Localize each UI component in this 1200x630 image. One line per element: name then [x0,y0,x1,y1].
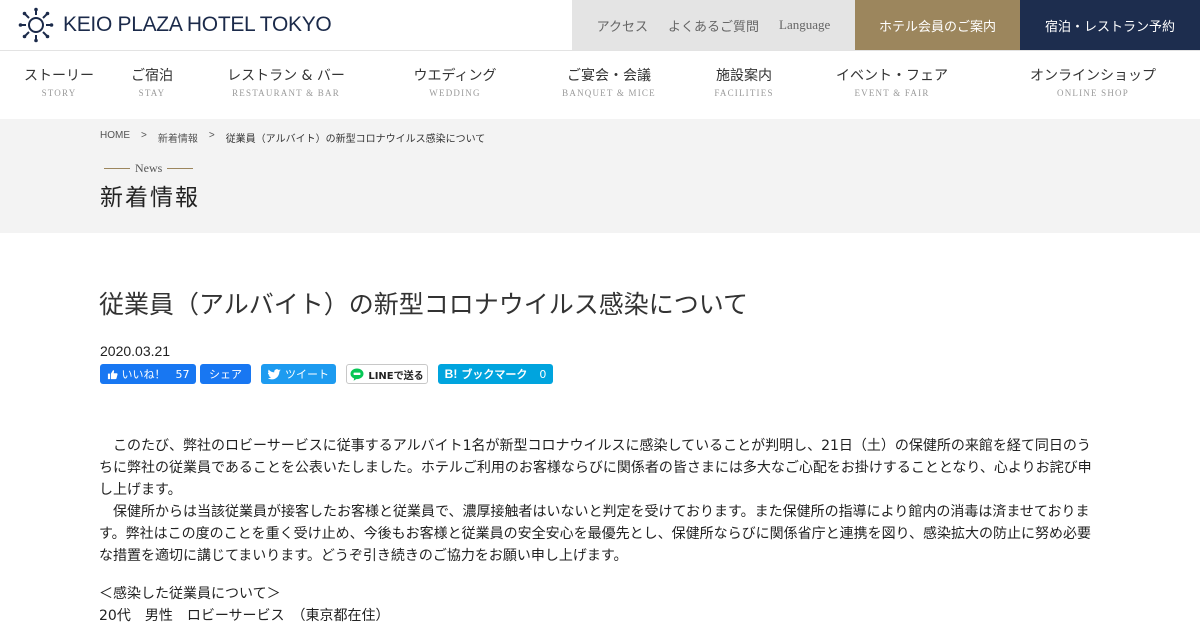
nav-item-online-shop[interactable]: オンラインショップ ONLINE SHOP [1030,68,1156,99]
nav-sublabel: STAY [138,88,166,98]
nav-label: オンラインショップ [1030,68,1156,84]
nav-sublabel: FACILITIES [714,88,774,98]
hotel-logo[interactable]: KEIO PLAZA HOTEL TOKYO [18,5,332,45]
hatena-b-icon: B! [444,367,458,381]
hatena-count: 0 [539,367,547,381]
nav-sublabel: WEDDING [429,88,481,98]
infected-employee-detail: 20代 男性 ロビーサービス （東京都在住） [99,608,390,624]
eyebrow-rule-left [104,168,130,169]
header-divider [0,50,1200,51]
utility-link-faq[interactable]: よくあるご質問 [668,16,759,35]
article-paragraph: このたび、弊社のロビーサービスに従事するアルバイト1名が新型コロナウイルスに感染… [99,438,1092,498]
nav-item-story[interactable]: ストーリー STORY [24,68,94,99]
nav-sublabel: STORY [41,88,77,98]
section-eyebrow: News [104,161,194,176]
sun-emblem-icon [18,7,54,43]
utility-nav: アクセス よくあるご質問 Language [572,0,855,50]
infected-employee-heading: ＜感染した従業員について＞ [99,586,281,602]
nav-label: ウエディング [413,68,497,84]
breadcrumb-current: 従業員（アルバイト）の新型コロナウイルス感染について [225,134,486,145]
line-share-button[interactable]: LINEで送る [346,364,428,384]
nav-sublabel: RESTAURANT & BAR [232,88,340,98]
hotel-name: KEIO PLAZA HOTEL TOKYO [63,13,332,36]
breadcrumb-news[interactable]: 新着情報 [158,130,198,145]
nav-label: イベント・フェア [836,68,948,84]
breadcrumb-separator: > [208,130,215,141]
hatena-bookmark-button[interactable]: B! ブックマーク 0 [438,364,553,384]
article-date: 2020.03.21 [100,343,171,359]
reservation-button[interactable]: 宿泊・レストラン予約 [1020,0,1200,50]
line-label: LINEで送る [368,370,424,382]
nav-label: ご宿泊 [131,68,173,84]
nav-label: レストラン & バー [227,68,345,84]
nav-sublabel: BANQUET & MICE [562,88,656,98]
nav-item-wedding[interactable]: ウエディング WEDDING [413,68,496,99]
facebook-like-label: いいね！ [121,368,166,381]
breadcrumb-home[interactable]: HOME [100,130,130,145]
eyebrow-rule-right [167,168,194,169]
nav-item-banquet[interactable]: ご宴会・会議 BANQUET & MICE [562,68,656,99]
nav-item-facilities[interactable]: 施設案内 FACILITIES [714,68,773,99]
section-title: 新着情報 [100,185,200,211]
hatena-label: ブックマーク [461,368,528,381]
facebook-share-label: シェア [209,368,242,381]
nav-label: ご宴会・会議 [566,68,651,84]
nav-sublabel: EVENT & FAIR [854,88,930,98]
nav-label: 施設案内 [716,68,772,84]
article-title: 従業員（アルバイト）の新型コロナウイルス感染について [99,290,749,319]
facebook-share-button[interactable]: シェア [200,364,251,384]
article-paragraph: 保健所からは当該従業員が接客したお客様と従業員で、濃厚接触者はいないと判定を受け… [99,504,1092,564]
utility-link-access[interactable]: アクセス [597,16,648,35]
article-body: このたび、弊社のロビーサービスに従事するアルバイト1名が新型コロナウイルスに感染… [99,435,1099,567]
tweet-label: ツイート [285,368,329,381]
nav-item-restaurant[interactable]: レストラン & バー RESTAURANT & BAR [227,68,345,99]
nav-sublabel: ONLINE SHOP [1057,88,1129,98]
line-icon [350,368,364,381]
tweet-button[interactable]: ツイート [261,364,336,384]
eyebrow-label: News [135,161,163,175]
breadcrumb: HOME > 新着情報 > 従業員（アルバイト）の新型コロナウイルス感染について [100,130,485,145]
breadcrumb-separator: > [141,130,147,141]
thumbs-up-icon [107,369,118,379]
facebook-like-count: 57 [175,367,190,381]
twitter-bird-icon [268,368,281,379]
nav-item-stay[interactable]: ご宿泊 STAY [131,68,173,99]
member-info-button[interactable]: ホテル会員のご案内 [855,0,1020,50]
utility-link-language[interactable]: Language [779,17,830,33]
nav-label: ストーリー [24,68,94,84]
nav-item-event[interactable]: イベント・フェア EVENT & FAIR [836,68,948,99]
facebook-like-button[interactable]: いいね！ 57 [100,364,196,384]
